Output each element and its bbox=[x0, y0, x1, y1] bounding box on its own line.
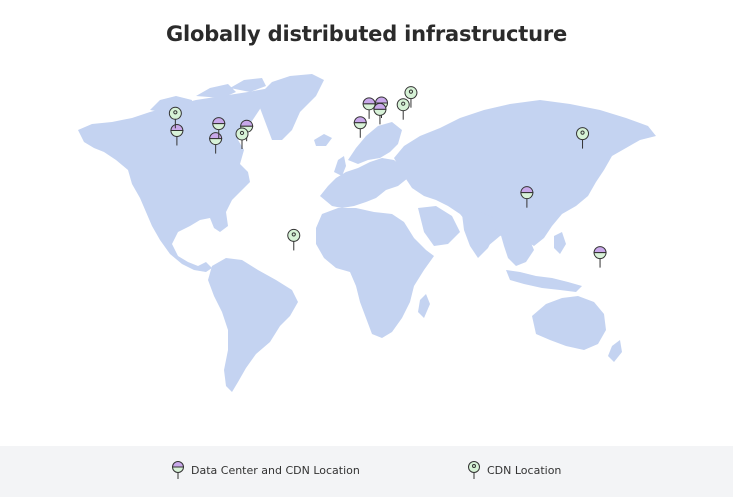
greenland bbox=[260, 74, 324, 140]
legend-cdn-label: CDN Location bbox=[487, 463, 562, 477]
data-center-marker[interactable] bbox=[353, 116, 367, 138]
south-america bbox=[208, 258, 298, 392]
cdn-marker[interactable] bbox=[287, 228, 301, 251]
cdn-pin-icon bbox=[468, 461, 480, 479]
india bbox=[462, 212, 496, 258]
indonesia bbox=[506, 270, 582, 292]
australia bbox=[532, 296, 606, 350]
europe bbox=[320, 158, 408, 208]
data-center-marker[interactable] bbox=[362, 97, 376, 119]
page-title: Globally distributed infrastructure bbox=[165, 22, 568, 46]
uk bbox=[334, 156, 346, 176]
legend-data-center-label: Data Center and CDN Location bbox=[191, 463, 360, 477]
legend-cdn: CDN Location bbox=[467, 460, 561, 480]
new-zealand bbox=[608, 340, 622, 362]
land-masses bbox=[78, 74, 656, 392]
africa bbox=[316, 208, 434, 338]
legend: Data Center and CDN Location CDN Locatio… bbox=[0, 446, 733, 497]
arabia bbox=[418, 206, 460, 246]
iceland bbox=[314, 134, 332, 146]
world-map bbox=[0, 60, 733, 410]
data-center-pin-icon bbox=[171, 461, 185, 479]
scandinavia bbox=[348, 122, 402, 164]
data-center-marker[interactable] bbox=[593, 246, 607, 268]
data-center-marker[interactable] bbox=[373, 102, 387, 125]
cdn-marker[interactable] bbox=[396, 98, 410, 120]
madagascar bbox=[418, 294, 430, 318]
legend-data-center: Data Center and CDN Location bbox=[171, 460, 360, 480]
philippines bbox=[554, 232, 566, 254]
world-map-svg bbox=[78, 74, 656, 392]
